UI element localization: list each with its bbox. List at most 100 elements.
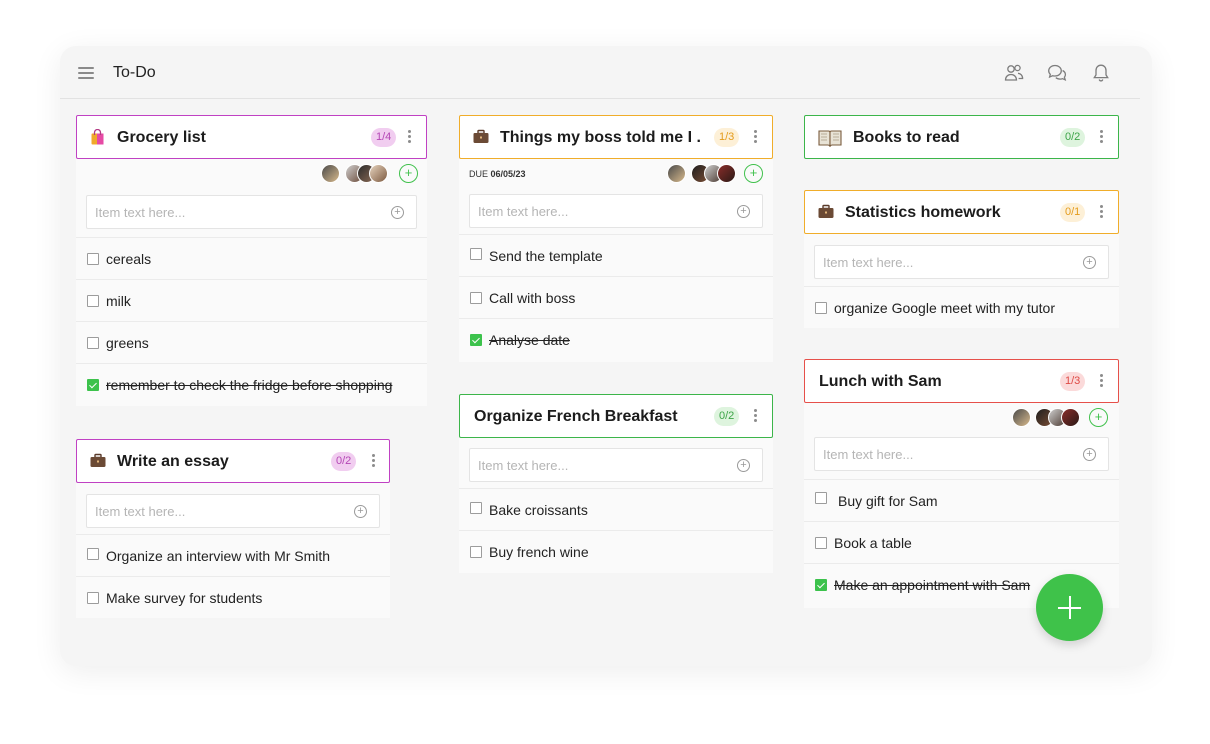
bell-icon[interactable] xyxy=(1090,62,1112,84)
todo-item: Bake croissants xyxy=(459,488,773,530)
todo-text: Make an appointment with Sam xyxy=(834,577,1031,593)
avatar[interactable] xyxy=(1061,408,1080,427)
checkbox-checked[interactable] xyxy=(470,334,482,346)
new-item-input[interactable]: + xyxy=(86,195,417,229)
card-header[interactable]: Statistics homework 0/1 xyxy=(804,190,1119,234)
new-item-input[interactable]: + xyxy=(86,494,380,528)
item-text-field[interactable] xyxy=(87,196,367,228)
new-item-input[interactable]: + xyxy=(469,448,763,482)
add-member-button[interactable]: + xyxy=(744,164,763,183)
card-header[interactable]: Lunch with Sam 1/3 xyxy=(804,359,1119,403)
checkbox-checked[interactable] xyxy=(87,379,99,391)
item-text-field[interactable] xyxy=(815,438,1065,470)
briefcase-icon xyxy=(90,453,106,472)
card-header[interactable]: Things my boss told me I ... 1/3 xyxy=(459,115,773,159)
item-text-field[interactable] xyxy=(815,246,1065,278)
todo-text: greens xyxy=(106,335,149,351)
todo-item: organize Google meet with my tutor xyxy=(804,286,1119,328)
checkbox[interactable] xyxy=(87,337,99,349)
avatar[interactable] xyxy=(667,164,686,183)
members-row: DUE 06/05/23 + xyxy=(459,159,773,189)
add-item-icon[interactable]: + xyxy=(1083,448,1096,461)
avatar[interactable] xyxy=(1012,408,1031,427)
users-icon[interactable] xyxy=(1003,62,1025,84)
add-list-button[interactable] xyxy=(1036,574,1103,641)
progress-badge: 0/2 xyxy=(1060,128,1086,147)
card-title: Write an essay xyxy=(117,453,229,470)
todo-text: Send the template xyxy=(489,248,603,264)
item-text-field[interactable] xyxy=(470,449,719,481)
chat-icon[interactable] xyxy=(1046,62,1068,84)
todo-item: Organize an interview with Mr Smith xyxy=(76,534,390,576)
todo-text: cereals xyxy=(106,251,152,267)
checkbox[interactable] xyxy=(815,492,827,504)
add-member-button[interactable]: + xyxy=(1089,408,1108,427)
todo-item: milk xyxy=(76,279,427,321)
hamburger-menu-icon[interactable] xyxy=(78,67,94,79)
add-member-button[interactable]: + xyxy=(399,164,418,183)
add-item-icon[interactable]: + xyxy=(737,205,750,218)
add-item-icon[interactable]: + xyxy=(737,459,750,472)
new-item-input[interactable]: + xyxy=(469,194,763,228)
progress-badge: 0/1 xyxy=(1060,203,1086,222)
todo-text: Bake croissants xyxy=(489,502,588,518)
add-item-icon[interactable]: + xyxy=(391,206,404,219)
todo-text: Make survey for students xyxy=(106,590,263,606)
avatar[interactable] xyxy=(321,164,340,183)
checkbox[interactable] xyxy=(87,592,99,604)
shopping-bag-icon xyxy=(90,128,105,149)
checkbox-checked[interactable] xyxy=(815,579,827,591)
todo-text: milk xyxy=(106,293,131,309)
more-options-icon[interactable] xyxy=(408,130,411,144)
todo-app: To-Do Grocery list 1/4 + Item text here.… xyxy=(60,46,1152,666)
todo-item: remember to check the fridge before shop… xyxy=(76,363,427,405)
app-title: To-Do xyxy=(113,64,156,81)
checkbox[interactable] xyxy=(815,537,827,549)
todo-item: cereals xyxy=(76,237,427,279)
avatar[interactable] xyxy=(717,164,736,183)
new-item-input[interactable]: + xyxy=(814,245,1109,279)
members-row: + xyxy=(804,403,1119,433)
book-icon xyxy=(818,129,842,151)
progress-badge: 1/3 xyxy=(1060,372,1086,391)
more-options-icon[interactable] xyxy=(1100,130,1103,144)
checkbox[interactable] xyxy=(470,502,482,514)
card-header[interactable]: Write an essay 0/2 xyxy=(76,439,390,483)
list-card-boss: Things my boss told me I ... 1/3 DUE 06/… xyxy=(459,115,773,362)
more-options-icon[interactable] xyxy=(1100,374,1103,388)
more-options-icon[interactable] xyxy=(372,454,375,468)
checkbox[interactable] xyxy=(87,253,99,265)
checkbox[interactable] xyxy=(470,292,482,304)
list-card-essay: Write an essay 0/2 + Organize an intervi… xyxy=(76,439,390,618)
checkbox[interactable] xyxy=(470,248,482,260)
more-options-icon[interactable] xyxy=(1100,205,1103,219)
todo-text: Organize an interview with Mr Smith xyxy=(106,548,331,564)
card-header[interactable]: Grocery list 1/4 xyxy=(76,115,427,159)
due-date-value: 06/05/23 xyxy=(490,169,526,179)
todo-item: Buy french wine xyxy=(459,530,773,572)
due-date: DUE 06/05/23 xyxy=(469,169,526,179)
card-header[interactable]: Organize French Breakfast 0/2 xyxy=(459,394,773,438)
checkbox[interactable] xyxy=(87,295,99,307)
more-options-icon[interactable] xyxy=(754,130,757,144)
todo-text: Buy french wine xyxy=(489,544,589,560)
item-text-field[interactable] xyxy=(87,495,336,527)
card-header[interactable]: Books to read 0/2 xyxy=(804,115,1119,159)
item-text-field[interactable] xyxy=(470,195,719,227)
progress-badge: 0/2 xyxy=(331,452,357,471)
todo-item: Call with boss xyxy=(459,276,773,318)
checkbox[interactable] xyxy=(815,302,827,314)
avatar[interactable] xyxy=(369,164,388,183)
list-card-french: Organize French Breakfast 0/2 + Bake cro… xyxy=(459,394,773,573)
checkbox[interactable] xyxy=(87,548,99,560)
todo-item: Analyse date xyxy=(459,318,773,360)
list-card-statistics: Statistics homework 0/1 + organize Googl… xyxy=(804,190,1119,328)
add-item-icon[interactable]: + xyxy=(1083,256,1096,269)
add-item-icon[interactable]: + xyxy=(354,505,367,518)
checkbox[interactable] xyxy=(470,546,482,558)
card-title: Statistics homework xyxy=(845,204,1001,221)
more-options-icon[interactable] xyxy=(754,409,757,423)
todo-text: Buy gift for Sam xyxy=(838,493,938,509)
card-title: Organize French Breakfast xyxy=(474,408,678,425)
new-item-input[interactable]: + xyxy=(814,437,1109,471)
